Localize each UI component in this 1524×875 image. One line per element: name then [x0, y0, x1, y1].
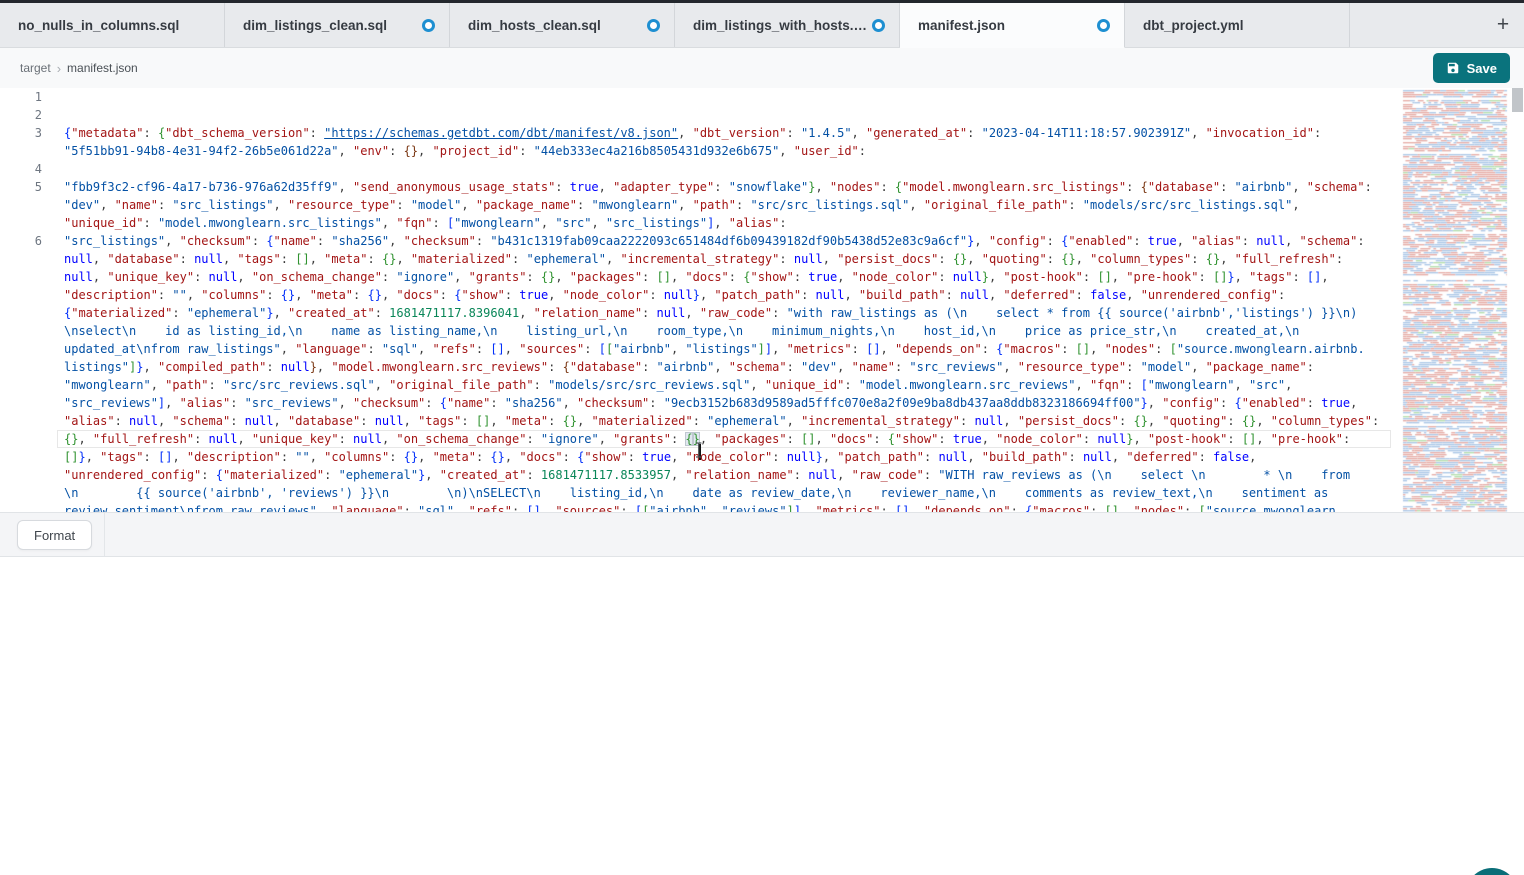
save-button[interactable]: Save	[1433, 53, 1510, 83]
code-line[interactable]: \n {{ source('airbnb', 'reviews') }}\n \…	[0, 484, 1400, 502]
breadcrumb-segment[interactable]: target	[20, 61, 51, 75]
dbt-ide-window: no_nulls_in_columns.sql dim_listings_clea…	[0, 0, 1524, 875]
tab-label: dim_listings_with_hosts.sql	[693, 18, 872, 33]
tab-label: dim_listings_clean.sql	[243, 18, 387, 33]
modified-dot-icon[interactable]	[422, 19, 435, 32]
breadcrumb: target › manifest.json	[20, 48, 138, 88]
code-line[interactable]: "unrendered_config": {"materialized": "e…	[0, 466, 1400, 484]
code-line[interactable]: 4	[0, 160, 1400, 178]
results-panel-header: Format	[0, 512, 1524, 557]
save-icon	[1446, 61, 1460, 75]
tab-label: dim_hosts_clean.sql	[468, 18, 601, 33]
tab-dim_listings_clean-sql[interactable]: dim_listings_clean.sql	[225, 3, 450, 47]
scrollbar-thumb[interactable]	[1512, 88, 1523, 112]
modified-dot-icon[interactable]	[872, 19, 885, 32]
code-line[interactable]: {"materialized": "ephemeral"}, "created_…	[0, 304, 1400, 322]
tab-label: no_nulls_in_columns.sql	[18, 18, 179, 33]
breadcrumb-segment[interactable]: manifest.json	[67, 61, 138, 75]
chat-bubble-button[interactable]	[1466, 868, 1518, 875]
line-number: 3	[0, 124, 42, 142]
code-line[interactable]: 1	[0, 88, 1400, 106]
tab-manifest-json[interactable]: manifest.json	[900, 3, 1125, 48]
code-line[interactable]: updated_at\nfrom raw_listings", "languag…	[0, 340, 1400, 358]
mouse-ibeam-cursor	[694, 442, 704, 458]
panel-divider	[104, 513, 105, 556]
breadcrumb-bar: target › manifest.json Save	[0, 48, 1524, 88]
line-number: 2	[0, 106, 42, 124]
code-line[interactable]: "unique_id": "model.mwonglearn.src_listi…	[0, 214, 1400, 232]
code-line[interactable]: "src_reviews"], "alias": "src_reviews", …	[0, 394, 1400, 412]
code-line[interactable]: "description": "", "columns": {}, "meta"…	[0, 286, 1400, 304]
tab-label: dbt_project.yml	[1143, 18, 1244, 33]
code-editor[interactable]: 123{"metadata": {"dbt_schema_version": "…	[0, 88, 1524, 512]
code-line[interactable]: null, "unique_key": null, "on_schema_cha…	[0, 268, 1400, 286]
code-line[interactable]: "dev", "name": "src_listings", "resource…	[0, 196, 1400, 214]
code-line[interactable]: "mwonglearn", "path": "src/src_reviews.s…	[0, 376, 1400, 394]
new-tab-button[interactable]: +	[1490, 12, 1516, 38]
code-line[interactable]: 3{"metadata": {"dbt_schema_version": "ht…	[0, 124, 1400, 142]
tab-no_nulls_in_columns-sql[interactable]: no_nulls_in_columns.sql	[0, 3, 225, 47]
format-button[interactable]: Format	[17, 520, 92, 550]
tab-bar: no_nulls_in_columns.sql dim_listings_clea…	[0, 3, 1524, 48]
line-number: 1	[0, 88, 42, 106]
code-line[interactable]: 6"src_listings", "checksum": {"name": "s…	[0, 232, 1400, 250]
code-line[interactable]: 2	[0, 106, 1400, 124]
breadcrumb-chevron-icon: ›	[57, 61, 61, 76]
line-number: 5	[0, 178, 42, 196]
code-line[interactable]: "alias": null, "schema": null, "database…	[0, 412, 1400, 430]
line-number: 6	[0, 232, 42, 250]
modified-dot-icon[interactable]	[647, 19, 660, 32]
tab-dbt_project-yml[interactable]: dbt_project.yml	[1125, 3, 1350, 47]
save-button-label: Save	[1467, 61, 1497, 76]
line-number: 4	[0, 160, 42, 178]
code-line[interactable]: \nselect\n id as listing_id,\n name as l…	[0, 322, 1400, 340]
modified-dot-icon[interactable]	[1097, 19, 1110, 32]
tab-list: no_nulls_in_columns.sql dim_listings_clea…	[0, 3, 1524, 47]
tab-dim_hosts_clean-sql[interactable]: dim_hosts_clean.sql	[450, 3, 675, 47]
tab-dim_listings_with_hosts-sql[interactable]: dim_listings_with_hosts.sql	[675, 3, 900, 47]
minimap[interactable]	[1400, 88, 1512, 512]
tab-label: manifest.json	[918, 18, 1005, 33]
code-line[interactable]: listings"]}, "compiled_path": null}, "mo…	[0, 358, 1400, 376]
code-line[interactable]: review_sentiment\nfrom raw_reviews", "la…	[0, 502, 1400, 512]
code-line[interactable]: "5f51bb91-94b8-4e31-94f2-26b5e061d22a", …	[0, 142, 1400, 160]
code-line[interactable]: null, "database": null, "tags": [], "met…	[0, 250, 1400, 268]
code-line[interactable]: 5"fbb9f3c2-cf96-4a17-b736-976a62d35ff9",…	[0, 178, 1400, 196]
